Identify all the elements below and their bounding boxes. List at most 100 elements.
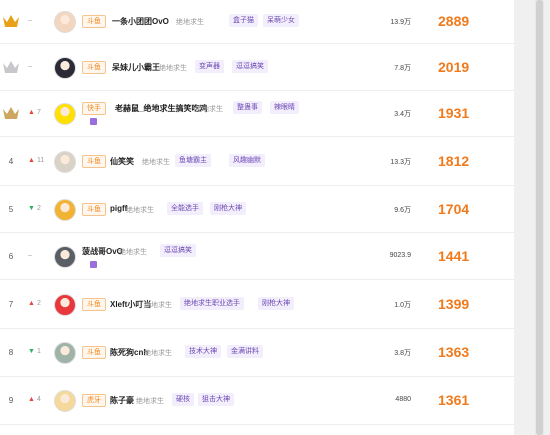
- heat-score: 1363: [438, 344, 470, 360]
- game-label: 绝地求生: [195, 106, 223, 113]
- ranking-row[interactable]: 9 ▲ 4 虎牙 陈子豪 绝地求生 硬核 狙击大神 4880 1361: [0, 377, 514, 425]
- platform-tag: 斗鱼: [82, 15, 106, 28]
- streamer-tag: 鱼塘霸主: [175, 154, 211, 167]
- game-label: 绝地求生: [136, 398, 164, 405]
- ranking-row[interactable]: 7 ▲ 2 斗鱼 Xleft小叮当 绝地求生 绝地求生职业选手 刚枪大神 1.0万 1399: [0, 280, 514, 329]
- rank-change-value: 11: [36, 157, 45, 164]
- ranking-row[interactable]: ▲ 7 快手 老赫鼠_绝地求生搞笑吃鸡 绝地求生 整蛊事 辣眼睛 3.4万 1931: [0, 91, 514, 137]
- rank-number: 8: [8, 348, 14, 357]
- platform-tag: 斗鱼: [82, 203, 106, 216]
- rank-change: ▼ 1: [28, 348, 41, 355]
- arrow-down-icon: ▼: [28, 348, 35, 355]
- live-badge-icon: [90, 261, 97, 268]
- streamer-tag: 整蛊事: [233, 101, 262, 114]
- game-label: 绝地求生: [142, 159, 170, 166]
- streamer-name[interactable]: pigff: [110, 204, 127, 213]
- follower-count: 3.8万: [394, 350, 411, 357]
- streamer-name[interactable]: 陈死狗cnh: [110, 347, 148, 358]
- ranking-row[interactable]: 6 – 菠战哥OvO 绝地求生 逗逗搞笑 9023.9 1441: [0, 233, 514, 280]
- game-label: 绝地求生: [176, 19, 204, 26]
- rank-change-value: 2: [36, 300, 41, 307]
- rank-change-value: –: [28, 17, 32, 24]
- heat-score: 1704: [438, 201, 470, 217]
- anime-girl-avatar[interactable]: [54, 57, 76, 79]
- blonde-anime-avatar[interactable]: [54, 390, 76, 412]
- ranking-row[interactable]: – 斗鱼 一条小团团OvO 绝地求生 盒子猫 呆萌少女 13.9万 2889: [0, 0, 514, 44]
- crown-icon: [2, 60, 20, 74]
- streamer-name[interactable]: 菠战哥OvO: [82, 246, 123, 257]
- crown-icon: [2, 106, 20, 120]
- streamer-tag: 逗逗搞笑: [160, 244, 196, 257]
- streamer-name[interactable]: 仙笑笑: [110, 156, 134, 167]
- follower-count: 7.8万: [394, 65, 411, 72]
- streamer-tag: 全能选手: [167, 202, 203, 215]
- rank-number: 4: [8, 157, 14, 166]
- rank-change-value: 7: [36, 109, 41, 116]
- rank-change-value: 4: [36, 396, 41, 403]
- streamer-tag: 变声器: [195, 60, 224, 73]
- follower-count: 1.0万: [394, 302, 411, 309]
- streamer-tag: 刚枪大神: [210, 202, 246, 215]
- ranking-row[interactable]: – 斗鱼 呆妹儿小霸王 绝地求生 变声器 逗逗搞笑 7.8万 2019: [0, 44, 514, 91]
- yellow-face-avatar[interactable]: [54, 103, 76, 125]
- rank-change: –: [28, 252, 32, 259]
- game-label: 绝地求生: [144, 302, 172, 309]
- rank-change-value: 1: [36, 348, 41, 355]
- cartoon-avatar[interactable]: [54, 199, 76, 221]
- heat-score: 1441: [438, 248, 470, 264]
- streamer-tag: 硬核: [172, 393, 194, 406]
- rank-change-value: –: [28, 63, 32, 70]
- streamer-tag: 盒子猫: [229, 14, 258, 27]
- heat-score: 1812: [438, 153, 470, 169]
- platform-tag: 斗鱼: [82, 155, 106, 168]
- arrow-down-icon: ▼: [28, 205, 35, 212]
- rank-change-value: –: [28, 252, 32, 259]
- streamer-tag: 风趣幽默: [229, 154, 265, 167]
- scrollbar-thumb[interactable]: [536, 0, 543, 435]
- rank-change: ▼ 2: [28, 205, 41, 212]
- rank-number: 6: [8, 252, 14, 261]
- ranking-row[interactable]: 5 ▼ 2 斗鱼 pigff 绝地求生 全能选手 刚枪大神 9.6万 1704: [0, 186, 514, 233]
- arrow-up-icon: ▲: [28, 109, 35, 116]
- heat-score: 1931: [438, 105, 470, 121]
- platform-tag: 斗鱼: [82, 61, 106, 74]
- streamer-name[interactable]: 老赫鼠_绝地求生搞笑吃鸡: [115, 103, 207, 114]
- rank-change: ▲ 11: [28, 157, 44, 164]
- vertical-scrollbar[interactable]: [535, 0, 544, 435]
- streamer-name[interactable]: 一条小团团OvO: [112, 16, 169, 27]
- streamer-tag: 金满讲料: [227, 345, 263, 358]
- girl-avatar[interactable]: [54, 151, 76, 173]
- platform-tag: 斗鱼: [82, 298, 106, 311]
- rank-change-value: 2: [36, 205, 41, 212]
- landscape-avatar[interactable]: [54, 342, 76, 364]
- platform-tag: 虎牙: [82, 394, 106, 407]
- streamer-name[interactable]: 呆妹儿小霸王: [112, 62, 160, 73]
- streamer-ranking-list: – 斗鱼 一条小团团OvO 绝地求生 盒子猫 呆萌少女 13.9万 2889– 斗鱼 呆妹儿小霸王…: [0, 0, 514, 435]
- streamer-tag: 技术大神: [185, 345, 221, 358]
- streamer-name[interactable]: 陈子豪: [110, 395, 134, 406]
- arrow-up-icon: ▲: [28, 157, 35, 164]
- rank-change: –: [28, 63, 32, 70]
- follower-count: 9.6万: [394, 207, 411, 214]
- streamer-tag: 绝地求生职业选手: [180, 297, 244, 310]
- game-label: 绝地求生: [159, 65, 187, 72]
- follower-count: 13.9万: [390, 19, 411, 26]
- game-label: 绝地求生: [126, 207, 154, 214]
- streamer-tag: 呆萌少女: [263, 14, 299, 27]
- red-mascot-avatar[interactable]: [54, 294, 76, 316]
- heat-score: 1361: [438, 392, 470, 408]
- heat-score: 1399: [438, 296, 470, 312]
- rank-number: 5: [8, 205, 14, 214]
- dark-avatar[interactable]: [54, 246, 76, 268]
- heat-score: 2889: [438, 13, 470, 29]
- rank-number: 7: [8, 300, 14, 309]
- follower-count: 3.4万: [394, 111, 411, 118]
- ranking-row[interactable]: 8 ▼ 1 斗鱼 陈死狗cnh 绝地求生 技术大神 金满讲料 3.8万 1363: [0, 329, 514, 377]
- game-label: 绝地求生: [119, 249, 147, 256]
- ranking-row[interactable]: 4 ▲ 11 斗鱼 仙笑笑 绝地求生 鱼塘霸主 风趣幽默 13.3万 1812: [0, 137, 514, 186]
- platform-tag: 斗鱼: [82, 346, 106, 359]
- cat-girl-avatar[interactable]: [54, 11, 76, 33]
- rank-change: –: [28, 17, 32, 24]
- arrow-up-icon: ▲: [28, 396, 35, 403]
- streamer-tag: 刚枪大神: [258, 297, 294, 310]
